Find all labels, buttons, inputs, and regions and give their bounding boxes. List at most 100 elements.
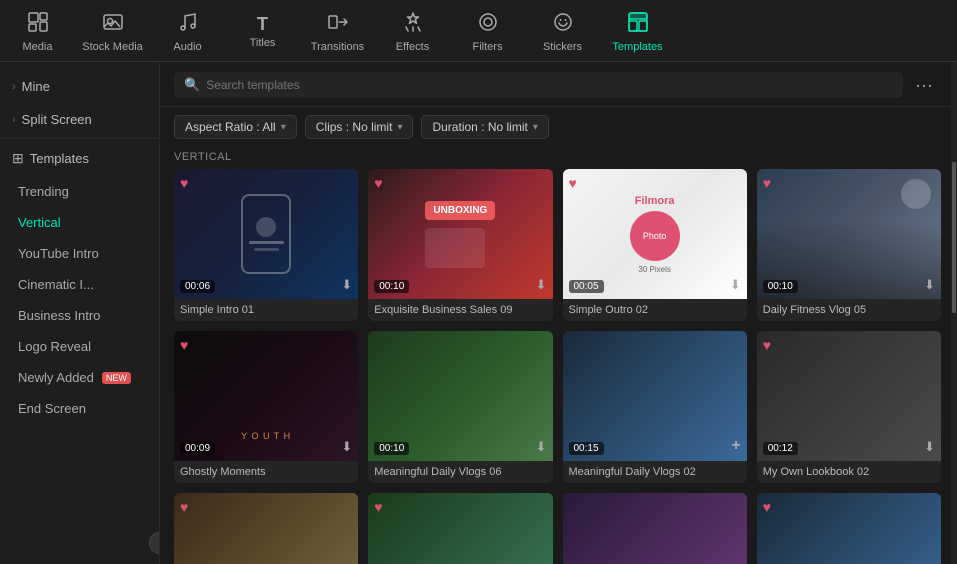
download-icon-4[interactable]: ⬇ xyxy=(924,277,935,293)
duration-4: 00:10 xyxy=(763,280,798,293)
download-icon-3[interactable]: ⬇ xyxy=(730,277,741,293)
template-label-4: Daily Fitness Vlog 05 xyxy=(757,299,941,321)
template-card-10[interactable]: ♥ 00:10 ⬇ Diary Fashion Life 13 xyxy=(368,493,552,564)
heart-icon-5: ♥ xyxy=(180,337,188,353)
business-intro-label: Business Intro xyxy=(18,308,100,323)
top-navigation: Media Stock Media Audio T Titles Transit… xyxy=(0,0,957,62)
nav-audio[interactable]: Audio xyxy=(150,7,225,57)
main-content: › Mine › Split Screen ⊞ Templates Trendi… xyxy=(0,62,957,564)
template-card-3[interactable]: Filmora Photo 30 Pixels ♥ 00:05 ⬇ Simple… xyxy=(563,169,747,321)
sidebar-item-split-screen[interactable]: › Split Screen xyxy=(0,103,159,136)
template-card-12[interactable]: ♥ 00:11 ⬇ Split Photo Album 02 xyxy=(757,493,941,564)
nav-transitions-label: Transitions xyxy=(311,41,364,53)
filters-icon xyxy=(477,11,499,37)
transitions-icon xyxy=(327,11,349,37)
sidebar-item-newly-added[interactable]: Newly Added NEW xyxy=(0,362,159,393)
add-icon-7[interactable]: + xyxy=(731,437,740,455)
sidebar-split-label: Split Screen xyxy=(22,112,92,127)
nav-effects[interactable]: Effects xyxy=(375,7,450,57)
duration-1: 00:06 xyxy=(180,280,215,293)
clips-filter[interactable]: Clips : No limit ▾ xyxy=(305,115,414,139)
nav-stickers[interactable]: Stickers xyxy=(525,7,600,57)
heart-icon-12: ♥ xyxy=(763,499,771,515)
sidebar: › Mine › Split Screen ⊞ Templates Trendi… xyxy=(0,62,160,564)
template-thumb-8: ♥ 00:12 ⬇ xyxy=(757,331,941,461)
template-card-9[interactable]: ♥ 00:11 ⬇ Diary Fashion Life 15 xyxy=(174,493,358,564)
template-card-11[interactable]: 00:12 ⬇ A Beautiful Mind 03 xyxy=(563,493,747,564)
sidebar-item-logo-reveal[interactable]: Logo Reveal xyxy=(0,331,159,362)
nav-stock-media-label: Stock Media xyxy=(82,41,143,53)
template-row-1: ♥ 00:06 ⬇ Simple Intro 01 UNBOXING xyxy=(174,169,941,321)
nav-filters[interactable]: Filters xyxy=(450,7,525,57)
duration-3: 00:05 xyxy=(569,280,604,293)
sidebar-item-trending[interactable]: Trending xyxy=(0,176,159,207)
filter-row: Aspect Ratio : All ▾ Clips : No limit ▾ … xyxy=(160,107,951,147)
template-card-6[interactable]: 00:10 ⬇ Meaningful Daily Vlogs 06 xyxy=(368,331,552,483)
template-label-7: Meaningful Daily Vlogs 02 xyxy=(563,461,747,483)
more-options-button[interactable]: ··· xyxy=(911,75,937,96)
nav-media[interactable]: Media xyxy=(0,7,75,57)
nav-templates-label: Templates xyxy=(612,41,662,53)
nav-titles[interactable]: T Titles xyxy=(225,11,300,53)
sidebar-item-end-screen[interactable]: End Screen xyxy=(0,393,159,424)
template-label-2: Exquisite Business Sales 09 xyxy=(368,299,552,321)
template-card-5[interactable]: Y O U T H ♥ 00:09 ⬇ Ghostly Moments xyxy=(174,331,358,483)
scroll-thumb xyxy=(952,162,956,313)
sidebar-item-mine[interactable]: › Mine xyxy=(0,70,159,103)
template-grid-icon: ⊞ xyxy=(12,150,24,167)
download-icon-8[interactable]: ⬇ xyxy=(924,439,935,455)
download-icon-6[interactable]: ⬇ xyxy=(536,439,547,455)
template-thumb-6: 00:10 ⬇ xyxy=(368,331,552,461)
nav-transitions[interactable]: Transitions xyxy=(300,7,375,57)
search-input[interactable] xyxy=(206,78,893,92)
template-thumb-3: Filmora Photo 30 Pixels ♥ 00:05 ⬇ xyxy=(563,169,747,299)
search-bar: 🔍 ··· xyxy=(160,62,951,107)
nav-stock-media[interactable]: Stock Media xyxy=(75,7,150,57)
audio-icon xyxy=(177,11,199,37)
nav-stickers-label: Stickers xyxy=(543,41,582,53)
aspect-ratio-chevron: ▾ xyxy=(281,122,286,133)
nav-effects-label: Effects xyxy=(396,41,429,53)
sidebar-item-vertical[interactable]: Vertical xyxy=(0,207,159,238)
sidebar-item-business-intro[interactable]: Business Intro xyxy=(0,300,159,331)
heart-icon-1: ♥ xyxy=(180,175,188,191)
duration-chevron: ▾ xyxy=(533,122,538,133)
download-icon-5[interactable]: ⬇ xyxy=(341,439,352,455)
heart-icon-2: ♥ xyxy=(374,175,382,191)
nav-templates[interactable]: Templates xyxy=(600,7,675,57)
download-icon-2[interactable]: ⬇ xyxy=(536,277,547,293)
sidebar-item-cinematic[interactable]: Cinematic I... xyxy=(0,269,159,300)
template-card-1[interactable]: ♥ 00:06 ⬇ Simple Intro 01 xyxy=(174,169,358,321)
template-card-8[interactable]: ♥ 00:12 ⬇ My Own Lookbook 02 xyxy=(757,331,941,483)
template-thumb-2: UNBOXING ♥ 00:10 ⬇ xyxy=(368,169,552,299)
sidebar-item-youtube-intro[interactable]: YouTube Intro xyxy=(0,238,159,269)
duration-label: Duration : No limit xyxy=(432,120,527,134)
heart-icon-10: ♥ xyxy=(374,499,382,515)
template-row-2: Y O U T H ♥ 00:09 ⬇ Ghostly Moments 00:1… xyxy=(174,331,941,483)
search-icon: 🔍 xyxy=(184,77,200,93)
end-screen-label: End Screen xyxy=(18,401,86,416)
titles-icon: T xyxy=(257,15,268,33)
trending-label: Trending xyxy=(18,184,69,199)
sidebar-templates-label: Templates xyxy=(30,151,89,166)
collapse-icon: ‹ xyxy=(158,538,160,549)
aspect-ratio-filter[interactable]: Aspect Ratio : All ▾ xyxy=(174,115,297,139)
duration-filter[interactable]: Duration : No limit ▾ xyxy=(421,115,548,139)
template-card-4[interactable]: ♥ 00:10 ⬇ Daily Fitness Vlog 05 xyxy=(757,169,941,321)
chevron-right-icon: › xyxy=(12,81,16,93)
templates-grid: ♥ 00:06 ⬇ Simple Intro 01 UNBOXING xyxy=(160,169,951,564)
sidebar-item-templates-section[interactable]: ⊞ Templates xyxy=(0,141,159,176)
sidebar-collapse-button[interactable]: ‹ xyxy=(149,532,160,554)
download-icon-1[interactable]: ⬇ xyxy=(341,277,352,293)
template-card-7[interactable]: 00:15 + Meaningful Daily Vlogs 02 xyxy=(563,331,747,483)
vertical-label: Vertical xyxy=(18,215,61,230)
template-thumb-5: Y O U T H ♥ 00:09 ⬇ xyxy=(174,331,358,461)
youtube-intro-label: YouTube Intro xyxy=(18,246,99,261)
media-icon xyxy=(27,11,49,37)
template-card-2[interactable]: UNBOXING ♥ 00:10 ⬇ Exquisite Business Sa… xyxy=(368,169,552,321)
right-panel: 🔍 ··· Aspect Ratio : All ▾ Clips : No li… xyxy=(160,62,951,564)
search-box[interactable]: 🔍 xyxy=(174,72,903,98)
stock-media-icon xyxy=(102,11,124,37)
scroll-track[interactable] xyxy=(951,62,957,564)
newly-added-label: Newly Added xyxy=(18,370,94,385)
